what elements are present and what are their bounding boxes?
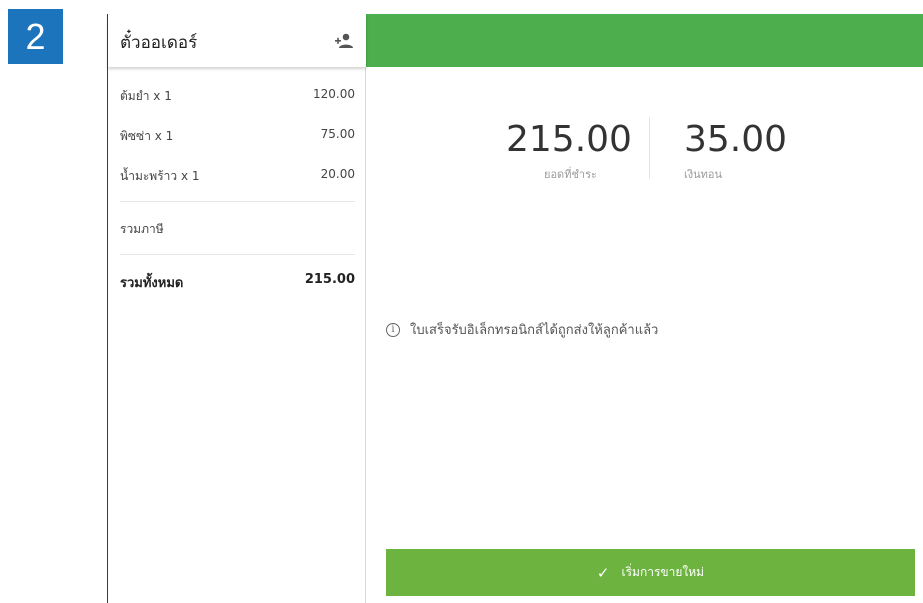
amount-due-value: 215.00: [506, 119, 632, 160]
order-item-name: พิซซ่า x 1: [120, 129, 174, 143]
order-panel: ตั๋วออเดอร์ ต้มยำ x 1 120.00 พิซซ่า x 1 …: [107, 14, 366, 603]
header-bar: [366, 14, 923, 67]
order-item-name: น้ำมะพร้าว x 1: [120, 169, 200, 183]
order-item[interactable]: ต้มยำ x 1 120.00: [120, 87, 355, 107]
payment-summary: 215.00 ยอดที่ชำระ 35.00 เงินทอน: [366, 67, 923, 187]
screen: 2 ตั๋วออเดอร์ ต้มยำ x 1 120.00 พิซซ่า x …: [0, 0, 923, 603]
tax-row: รวมภาษี: [120, 220, 355, 240]
order-item-amount: 20.00: [320, 167, 355, 181]
change-value: 35.00: [684, 119, 788, 160]
order-title: ตั๋วออเดอร์: [120, 33, 198, 53]
order-item[interactable]: น้ำมะพร้าว x 1 20.00: [120, 167, 355, 187]
order-item[interactable]: พิซซ่า x 1 75.00: [120, 127, 355, 147]
divider: [120, 254, 355, 255]
tax-label: รวมภาษี: [120, 222, 164, 236]
order-item-amount: 75.00: [320, 127, 355, 141]
amount-due-label: ยอดที่ชำระ: [544, 168, 597, 181]
new-sale-button[interactable]: ✓ เริ่มการขายใหม่: [386, 549, 915, 596]
order-item-amount: 120.00: [313, 87, 355, 101]
checkmark-icon: ✓: [596, 564, 610, 582]
divider: [120, 201, 355, 202]
pos-frame: ตั๋วออเดอร์ ต้มยำ x 1 120.00 พิซซ่า x 1 …: [107, 14, 923, 603]
step-badge: 2: [8, 9, 63, 64]
divider: [649, 117, 650, 179]
receipt-sent-message: i ใบเสร็จรับอิเล็กทรอนิกส์ได้ถูกส่งให้ลู…: [386, 319, 658, 340]
info-icon: i: [386, 322, 400, 337]
total-amount: 215.00: [304, 272, 355, 287]
add-customer-icon[interactable]: [334, 32, 354, 50]
new-sale-label: เริ่มการขายใหม่: [621, 565, 705, 579]
total-label: รวมทั้งหมด: [120, 276, 184, 291]
order-header: ตั๋วออเดอร์: [108, 14, 366, 67]
receipt-message-text: ใบเสร็จรับอิเล็กทรอนิกส์ได้ถูกส่งให้ลูกค…: [410, 323, 659, 338]
order-item-name: ต้มยำ x 1: [120, 89, 172, 103]
total-row: รวมทั้งหมด 215.00: [120, 272, 355, 292]
change-label: เงินทอน: [684, 168, 723, 181]
